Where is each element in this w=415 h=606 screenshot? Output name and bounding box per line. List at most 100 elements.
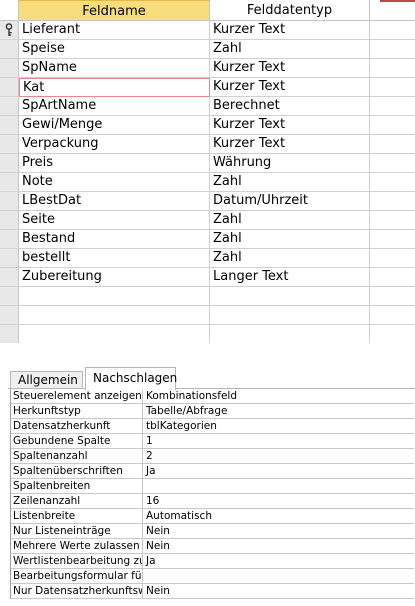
table-row[interactable]: Kat Kurzer Text [0,78,415,97]
description-cell[interactable] [370,78,415,97]
property-row[interactable]: Herkunftstyp Tabelle/Abfrage [11,404,414,419]
tab-nachschlagen[interactable]: Nachschlagen [85,367,177,390]
row-selector[interactable] [0,40,19,59]
description-cell[interactable] [370,211,415,230]
property-row[interactable]: Bearbeitungsformular für [11,569,414,584]
field-name-cell[interactable]: LBestDat [19,192,210,211]
field-name-cell[interactable]: Seite [19,211,210,230]
property-row[interactable]: Nur Listeneinträge Nein [11,524,414,539]
column-header-description[interactable] [370,0,415,21]
row-selector[interactable] [0,154,19,173]
property-row[interactable]: Datensatzherkunft tblKategorien [11,419,414,434]
table-row[interactable]: Zubereitung Langer Text [0,268,415,287]
field-name-cell[interactable] [19,287,210,306]
description-cell[interactable] [370,135,415,154]
field-type-cell[interactable]: Datum/Uhrzeit [210,192,370,211]
row-selector[interactable] [0,306,19,325]
field-name-cell[interactable]: Note [19,173,210,192]
property-value[interactable]: Tabelle/Abfrage [143,404,415,419]
field-type-cell[interactable] [210,306,370,325]
table-row[interactable]: Note Zahl [0,173,415,192]
row-selector[interactable] [0,173,19,192]
field-name-cell[interactable]: Preis [19,154,210,173]
column-header-field-name[interactable]: Feldname [19,0,210,21]
row-selector[interactable] [0,287,19,306]
field-name-cell[interactable]: Zubereitung [19,268,210,287]
table-row[interactable]: SpArtName Berechnet [0,97,415,116]
field-name-cell[interactable] [19,306,210,325]
description-cell[interactable] [370,40,415,59]
property-value[interactable] [143,569,415,584]
field-name-cell[interactable]: Speise [19,40,210,59]
property-value[interactable]: Automatisch [143,509,415,524]
field-type-cell[interactable]: Zahl [210,211,370,230]
table-row[interactable] [0,287,415,306]
field-type-cell[interactable]: Kurzer Text [210,135,370,154]
row-selector[interactable] [0,59,19,78]
field-type-cell[interactable]: Langer Text [210,268,370,287]
property-row[interactable]: Spaltenanzahl 2 [11,449,414,464]
field-name-cell[interactable]: SpArtName [19,97,210,116]
description-cell[interactable] [370,21,415,40]
row-selector[interactable] [0,21,19,40]
field-name-cell[interactable]: SpName [19,59,210,78]
field-type-cell[interactable]: Zahl [210,173,370,192]
table-row[interactable]: Lieferant Kurzer Text [0,21,415,40]
grid-corner[interactable] [0,0,19,21]
description-cell[interactable] [370,59,415,78]
property-row[interactable]: Listenbreite Automatisch [11,509,414,524]
field-type-cell[interactable] [210,325,370,344]
property-value[interactable]: Nein [143,524,415,539]
field-type-cell[interactable]: Kurzer Text [210,21,370,40]
field-type-cell[interactable]: Kurzer Text [210,78,370,97]
description-cell[interactable] [370,268,415,287]
table-row[interactable]: Bestand Zahl [0,230,415,249]
row-selector[interactable] [0,97,19,116]
table-row[interactable]: Gewi/Menge Kurzer Text [0,116,415,135]
description-cell[interactable] [370,306,415,325]
table-row[interactable]: Speise Zahl [0,40,415,59]
property-row[interactable]: Steuerelement anzeigen Kombinationsfeld [11,389,414,404]
description-cell[interactable] [370,116,415,135]
property-value[interactable]: Ja [143,464,415,479]
row-selector[interactable] [0,249,19,268]
row-selector[interactable] [0,230,19,249]
description-cell[interactable] [370,325,415,344]
table-row[interactable]: LBestDat Datum/Uhrzeit [0,192,415,211]
property-row[interactable]: Spaltenbreiten [11,479,414,494]
field-type-cell[interactable]: Zahl [210,40,370,59]
description-cell[interactable] [370,154,415,173]
description-cell[interactable] [370,192,415,211]
field-name-cell[interactable]: Bestand [19,230,210,249]
description-cell[interactable] [370,173,415,192]
field-type-cell[interactable]: Zahl [210,249,370,268]
table-row[interactable] [0,325,415,344]
column-header-field-type[interactable]: Felddatentyp [210,0,370,21]
property-value[interactable]: Nein [143,539,415,554]
property-value[interactable]: tblKategorien [143,419,415,434]
table-row[interactable]: Verpackung Kurzer Text [0,135,415,154]
property-value[interactable]: 1 [143,434,415,449]
description-cell[interactable] [370,287,415,306]
property-value[interactable] [143,479,415,494]
property-value[interactable]: Ja [143,554,415,569]
field-name-cell[interactable]: Gewi/Menge [19,116,210,135]
field-name-cell[interactable]: Verpackung [19,135,210,154]
description-cell[interactable] [370,230,415,249]
row-selector[interactable] [0,116,19,135]
tab-allgemein[interactable]: Allgemein [10,371,83,389]
field-type-cell[interactable]: Währung [210,154,370,173]
field-type-cell[interactable]: Berechnet [210,97,370,116]
property-row[interactable]: Spaltenüberschriften Ja [11,464,414,479]
table-row[interactable]: bestellt Zahl [0,249,415,268]
row-selector[interactable] [0,192,19,211]
property-row[interactable]: Gebundene Spalte 1 [11,434,414,449]
table-row[interactable]: SpName Kurzer Text [0,59,415,78]
property-value[interactable]: Nein [143,584,415,599]
field-name-cell[interactable] [19,325,210,344]
field-type-cell[interactable] [210,287,370,306]
field-type-cell[interactable]: Kurzer Text [210,59,370,78]
table-row[interactable]: Seite Zahl [0,211,415,230]
field-name-cell[interactable]: Lieferant [19,21,210,40]
table-row[interactable] [0,306,415,325]
